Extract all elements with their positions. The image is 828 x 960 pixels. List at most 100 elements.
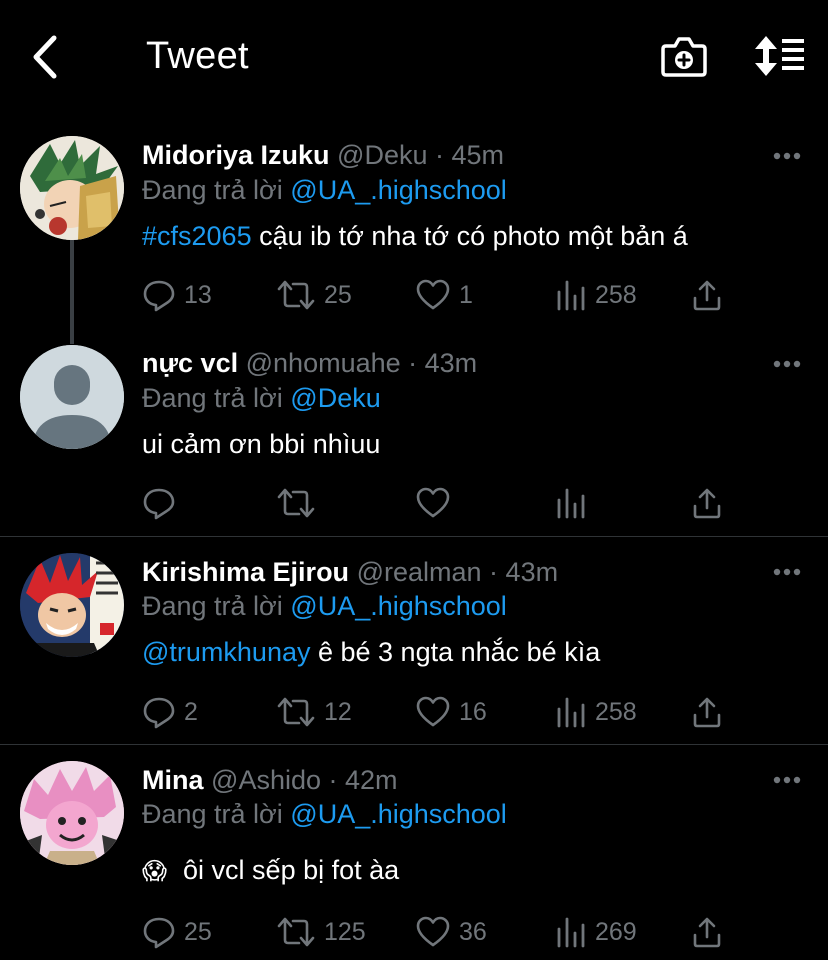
share-icon [693, 280, 721, 311]
retweet-button[interactable] [276, 483, 316, 523]
back-arrow-icon [33, 35, 57, 79]
share-button[interactable] [690, 912, 724, 952]
more-options-button[interactable] [770, 354, 804, 374]
retweet-icon [277, 280, 315, 310]
replying-to-mention[interactable]: @Deku [290, 383, 380, 413]
reply-icon [143, 280, 175, 312]
reply-button[interactable] [142, 483, 176, 523]
tweet-text: @trumkhunay ê bé 3 ngta nhắc bé kìa [142, 636, 600, 668]
reply-count: 2 [184, 697, 198, 726]
replying-to-label: Đang trả lời [142, 175, 283, 205]
timestamp: 45m [451, 140, 505, 170]
like-button[interactable]: 36 [415, 912, 487, 952]
like-button[interactable]: 16 [415, 692, 487, 732]
tweet-text: ui cảm ơn bbi nhìuu [142, 429, 381, 459]
display-name[interactable]: Midoriya Izuku [142, 140, 330, 170]
replying-to-mention[interactable]: @UA_.highschool [290, 175, 507, 205]
replying-to: Đang trả lời @UA_.highschool [142, 174, 507, 206]
reply-button[interactable]: 2 [142, 692, 198, 732]
reply-button[interactable]: 25 [142, 912, 212, 952]
hashtag-link[interactable]: #cfs2065 [142, 221, 252, 251]
analytics-icon [557, 697, 585, 728]
views-button[interactable]: 258 [555, 275, 637, 315]
display-name[interactable]: nực vcl [142, 348, 238, 378]
ellipsis-icon [773, 152, 801, 160]
default-avatar-icon [20, 345, 124, 449]
replying-to-label: Đang trả lời [142, 383, 283, 413]
tweet-text: 😱 ôi vcl sếp bị fot àa [142, 854, 399, 888]
reply-count: 25 [184, 917, 212, 946]
camera-plus-icon [661, 37, 707, 77]
thread-connector-line [70, 238, 74, 344]
reply-icon [143, 917, 175, 949]
user-handle[interactable]: @Deku [337, 140, 427, 170]
divider [0, 744, 828, 745]
heart-icon [416, 487, 450, 518]
heart-icon [416, 696, 450, 727]
timestamp: 42m [345, 765, 398, 795]
camera-button[interactable] [660, 34, 708, 80]
display-name[interactable]: Mina [142, 765, 204, 795]
replying-to-mention[interactable]: @UA_.highschool [290, 799, 507, 829]
reply-icon [143, 488, 175, 520]
retweet-icon [277, 488, 315, 518]
scream-emoji: 😱 [142, 858, 168, 885]
retweet-icon [277, 917, 315, 947]
views-button[interactable] [555, 483, 587, 523]
page-title: Tweet [146, 35, 249, 77]
like-count: 36 [459, 917, 487, 946]
mention-link[interactable]: @trumkhunay [142, 637, 310, 667]
replying-to: Đang trả lời @UA_.highschool [142, 590, 507, 622]
retweet-count: 125 [324, 917, 366, 946]
reply-button[interactable]: 13 [142, 275, 212, 315]
like-count: 1 [459, 280, 473, 309]
share-button[interactable] [690, 483, 724, 523]
tweet-body: ê bé 3 ngta nhắc bé kìa [310, 637, 601, 667]
tweet-body: cậu ib tớ nha tớ có photo một bản á [251, 221, 688, 251]
replying-to: Đang trả lời @UA_.highschool [142, 798, 507, 830]
views-button[interactable]: 269 [555, 912, 637, 952]
avatar[interactable] [20, 761, 124, 865]
replying-to-label: Đang trả lời [142, 591, 283, 621]
analytics-icon [557, 488, 585, 519]
retweet-count: 12 [324, 697, 352, 726]
user-handle[interactable]: @Ashido [211, 765, 321, 795]
heart-icon [416, 916, 450, 947]
avatar[interactable] [20, 136, 124, 240]
sort-replies-button[interactable] [752, 34, 808, 78]
user-handle[interactable]: @realman [357, 557, 482, 587]
top-bar: Tweet [0, 0, 828, 115]
ellipsis-icon [773, 360, 801, 368]
back-button[interactable] [22, 30, 72, 86]
replying-to-mention[interactable]: @UA_.highschool [290, 591, 507, 621]
more-options-button[interactable] [770, 562, 804, 582]
reply-count: 13 [184, 280, 212, 309]
ellipsis-icon [773, 568, 801, 576]
analytics-icon [557, 917, 585, 948]
timestamp: 43m [505, 557, 559, 587]
retweet-button[interactable]: 12 [276, 692, 352, 732]
tweet-header: Mina @Ashido · 42m [142, 765, 398, 795]
retweet-button[interactable]: 25 [276, 275, 352, 315]
like-count: 16 [459, 697, 487, 726]
avatar[interactable] [20, 553, 124, 657]
view-count: 269 [595, 917, 637, 946]
more-options-button[interactable] [770, 146, 804, 166]
analytics-icon [557, 280, 585, 311]
retweet-button[interactable]: 125 [276, 912, 366, 952]
share-button[interactable] [690, 275, 724, 315]
avatar-illustration [20, 761, 124, 865]
more-options-button[interactable] [770, 770, 804, 790]
user-handle[interactable]: @nhomuahe [246, 348, 401, 378]
avatar[interactable] [20, 345, 124, 449]
ellipsis-icon [773, 776, 801, 784]
tweet-header: Kirishima Ejirou @realman · 43m [142, 557, 559, 587]
view-count: 258 [595, 697, 637, 726]
display-name[interactable]: Kirishima Ejirou [142, 557, 349, 587]
views-button[interactable]: 258 [555, 692, 637, 732]
like-button[interactable] [415, 483, 451, 523]
share-icon [693, 488, 721, 519]
share-button[interactable] [690, 692, 724, 732]
like-button[interactable]: 1 [415, 275, 473, 315]
share-icon [693, 697, 721, 728]
